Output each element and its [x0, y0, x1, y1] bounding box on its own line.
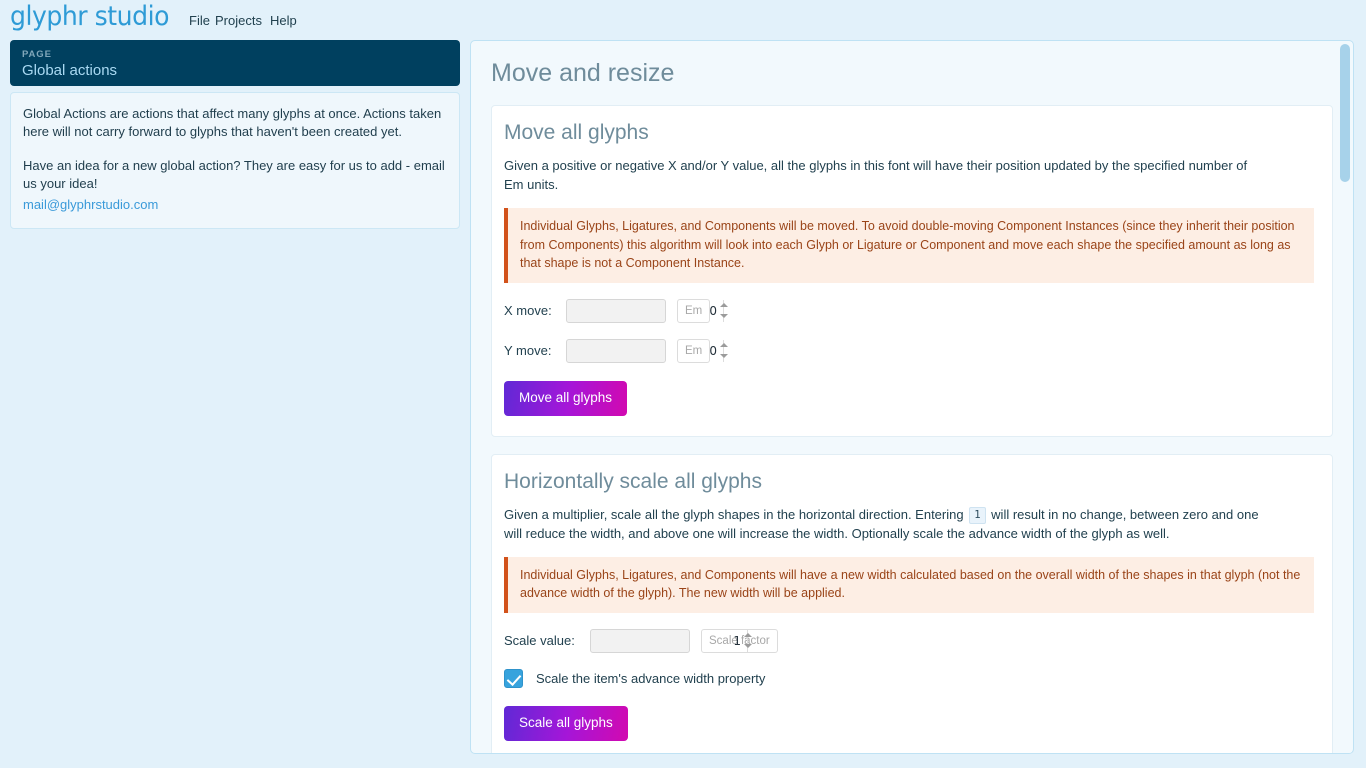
y-move-input[interactable] — [567, 339, 723, 362]
y-move-row: Y move: Em — [504, 338, 1314, 363]
card-move-notice: Individual Glyphs, Ligatures, and Compon… — [504, 208, 1314, 283]
y-move-spin-buttons[interactable] — [720, 339, 728, 362]
sidebar-paragraph-2: Have an idea for a new global action? Th… — [23, 158, 445, 191]
x-move-label: X move: — [504, 303, 552, 318]
card-scale-notice: Individual Glyphs, Ligatures, and Compon… — [504, 556, 1314, 613]
main-page-title: Move and resize — [491, 59, 675, 87]
x-move-spin-buttons[interactable] — [720, 299, 728, 322]
y-move-spinner[interactable] — [566, 338, 728, 363]
card-move-all-glyphs: Move all glyphs Given a positive or nega… — [491, 105, 1333, 437]
card-move-title: Move all glyphs — [504, 121, 649, 144]
card-scale-description: Given a multiplier, scale all the glyph … — [504, 505, 1266, 543]
card-scale-description-part-1: Given a multiplier, scale all the glyph … — [504, 506, 964, 522]
scale-advance-width-label: Scale the item's advance width property — [536, 670, 766, 686]
x-move-spinner[interactable] — [566, 298, 728, 323]
card-horizontal-scale: Horizontally scale all glyphs Given a mu… — [491, 453, 1333, 753]
page-title: Global actions — [22, 62, 118, 79]
scale-value-input[interactable] — [591, 629, 747, 652]
card-move-notice-text: Individual Glyphs, Ligatures, and Compon… — [520, 219, 1295, 270]
main-panel-scrollbar-track[interactable] — [1340, 42, 1352, 753]
menu-item-help[interactable]: Help — [270, 13, 297, 29]
menu-item-projects[interactable]: Projects — [215, 13, 262, 29]
scale-all-glyphs-button[interactable]: Scale all glyphs — [504, 705, 628, 741]
scale-advance-width-checkbox[interactable] — [504, 668, 523, 688]
move-all-glyphs-button[interactable]: Move all glyphs — [504, 380, 628, 416]
scale-value-row: Scale value: Scale factor — [504, 628, 1314, 653]
sidebar: PAGE Global actions Global Actions are a… — [10, 40, 460, 229]
card-scale-inline-code: 1 — [969, 506, 986, 524]
x-move-input[interactable] — [567, 299, 723, 322]
scale-value-label: Scale value: — [504, 633, 575, 648]
card-move-description: Given a positive or negative X and/or Y … — [504, 158, 1248, 192]
email-link[interactable]: mail@glyphrstudio.com — [23, 196, 158, 214]
page-header-panel: PAGE Global actions — [10, 40, 460, 86]
menu-item-file[interactable]: File — [189, 13, 210, 29]
card-scale-notice-text: Individual Glyphs, Ligatures, and Compon… — [520, 567, 1301, 601]
scale-value-spin-buttons[interactable] — [744, 629, 752, 652]
y-move-label: Y move: — [504, 343, 552, 358]
scale-advance-width-row[interactable]: Scale the item's advance width property — [504, 668, 1314, 688]
x-move-row: X move: Em — [504, 298, 1314, 323]
app-logo[interactable]: glyphr studio — [10, 1, 169, 33]
main-panel-scrollbar-thumb[interactable] — [1340, 44, 1350, 182]
scale-value-spinner[interactable] — [590, 628, 752, 653]
main-content-panel: Move and resize Move all glyphs Given a … — [470, 40, 1354, 754]
sidebar-info-card: Global Actions are actions that affect m… — [10, 92, 460, 229]
sidebar-paragraph-1: Global Actions are actions that affect m… — [23, 106, 442, 139]
page-kicker-label: PAGE — [22, 49, 52, 60]
card-scale-title: Horizontally scale all glyphs — [504, 469, 762, 493]
top-bar: glyphr studio File Projects Help — [0, 0, 1366, 38]
